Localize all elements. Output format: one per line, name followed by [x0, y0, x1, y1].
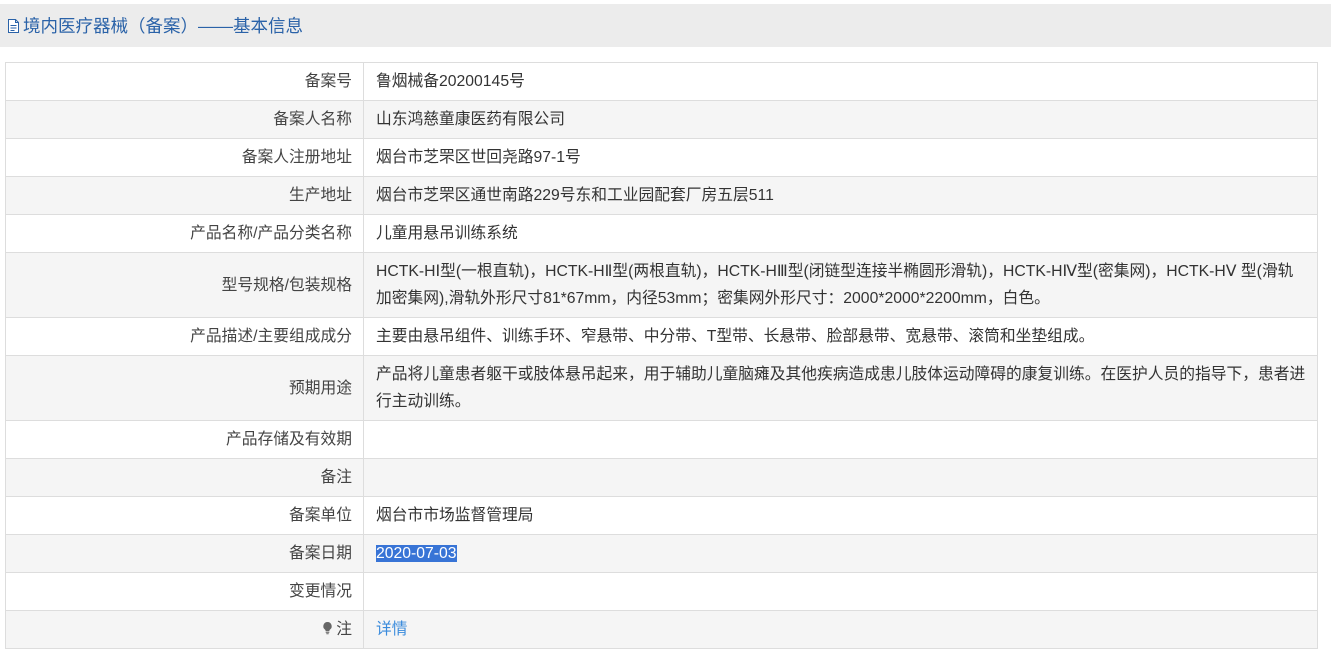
- remarks-label: 备注: [5, 458, 364, 497]
- row-filing-authority: 备案单位 烟台市市场监督管理局: [5, 496, 1318, 535]
- filing-date-label: 备案日期: [5, 534, 364, 573]
- row-filer-registered-address: 备案人注册地址 烟台市芝罘区世回尧路97-1号: [5, 138, 1318, 177]
- basic-info-table: 备案号 鲁烟械备20200145号 备案人名称 山东鸿慈童康医药有限公司 备案人…: [5, 62, 1318, 649]
- note-value: 详情: [363, 610, 1318, 649]
- filer-registered-address-value: 烟台市芝罘区世回尧路97-1号: [363, 138, 1318, 177]
- row-note: 注 详情: [5, 610, 1318, 649]
- filer-name-value: 山东鸿慈童康医药有限公司: [363, 100, 1318, 139]
- row-filing-number: 备案号 鲁烟械备20200145号: [5, 62, 1318, 101]
- production-address-value: 烟台市芝罘区通世南路229号东和工业园配套厂房五层511: [363, 176, 1318, 215]
- storage-and-validity-label: 产品存储及有效期: [5, 420, 364, 459]
- document-icon: [7, 18, 20, 34]
- filing-date-text: 2020-07-03: [376, 545, 457, 562]
- storage-and-validity-value: [363, 420, 1318, 459]
- page-title: 境内医疗器械（备案）——基本信息: [23, 16, 303, 36]
- row-change-status: 变更情况: [5, 572, 1318, 611]
- details-link[interactable]: 详情: [376, 621, 408, 638]
- row-production-address: 生产地址 烟台市芝罘区通世南路229号东和工业园配套厂房五层511: [5, 176, 1318, 215]
- model-specification-label: 型号规格/包装规格: [5, 252, 364, 318]
- row-product-description: 产品描述/主要组成成分 主要由悬吊组件、训练手环、窄悬带、中分带、T型带、长悬带…: [5, 317, 1318, 356]
- row-product-name: 产品名称/产品分类名称 儿童用悬吊训练系统: [5, 214, 1318, 253]
- intended-use-value: 产品将儿童患者躯干或肢体悬吊起来，用于辅助儿童脑瘫及其他疾病造成患儿肢体运动障碍…: [363, 355, 1318, 421]
- filing-number-value: 鲁烟械备20200145号: [363, 62, 1318, 101]
- remarks-value: [363, 458, 1318, 497]
- product-name-label: 产品名称/产品分类名称: [5, 214, 364, 253]
- model-specification-value: HCTK-HⅠ型(一根直轨)，HCTK-HⅡ型(两根直轨)，HCTK-HⅢ型(闭…: [363, 252, 1318, 318]
- filing-date-value: 2020-07-03: [363, 534, 1318, 573]
- change-status-value: [363, 572, 1318, 611]
- row-filing-date: 备案日期 2020-07-03: [5, 534, 1318, 573]
- note-label-text: 注: [336, 621, 352, 638]
- row-model-specification: 型号规格/包装规格 HCTK-HⅠ型(一根直轨)，HCTK-HⅡ型(两根直轨)，…: [5, 252, 1318, 318]
- basic-info-table-body: 备案号 鲁烟械备20200145号 备案人名称 山东鸿慈童康医药有限公司 备案人…: [5, 62, 1318, 649]
- filing-authority-value: 烟台市市场监督管理局: [363, 496, 1318, 535]
- page-header: 境内医疗器械（备案）——基本信息: [0, 4, 1331, 47]
- product-name-value: 儿童用悬吊训练系统: [363, 214, 1318, 253]
- filing-authority-label: 备案单位: [5, 496, 364, 535]
- product-description-label: 产品描述/主要组成成分: [5, 317, 364, 356]
- lightbulb-icon: [322, 621, 333, 635]
- intended-use-label: 预期用途: [5, 355, 364, 421]
- row-intended-use: 预期用途 产品将儿童患者躯干或肢体悬吊起来，用于辅助儿童脑瘫及其他疾病造成患儿肢…: [5, 355, 1318, 421]
- product-description-value: 主要由悬吊组件、训练手环、窄悬带、中分带、T型带、长悬带、脸部悬带、宽悬带、滚筒…: [363, 317, 1318, 356]
- filing-number-label: 备案号: [5, 62, 364, 101]
- row-filer-name: 备案人名称 山东鸿慈童康医药有限公司: [5, 100, 1318, 139]
- filer-registered-address-label: 备案人注册地址: [5, 138, 364, 177]
- row-storage-and-validity: 产品存储及有效期: [5, 420, 1318, 459]
- filer-name-label: 备案人名称: [5, 100, 364, 139]
- note-label: 注: [5, 610, 364, 649]
- production-address-label: 生产地址: [5, 176, 364, 215]
- row-remarks: 备注: [5, 458, 1318, 497]
- change-status-label: 变更情况: [5, 572, 364, 611]
